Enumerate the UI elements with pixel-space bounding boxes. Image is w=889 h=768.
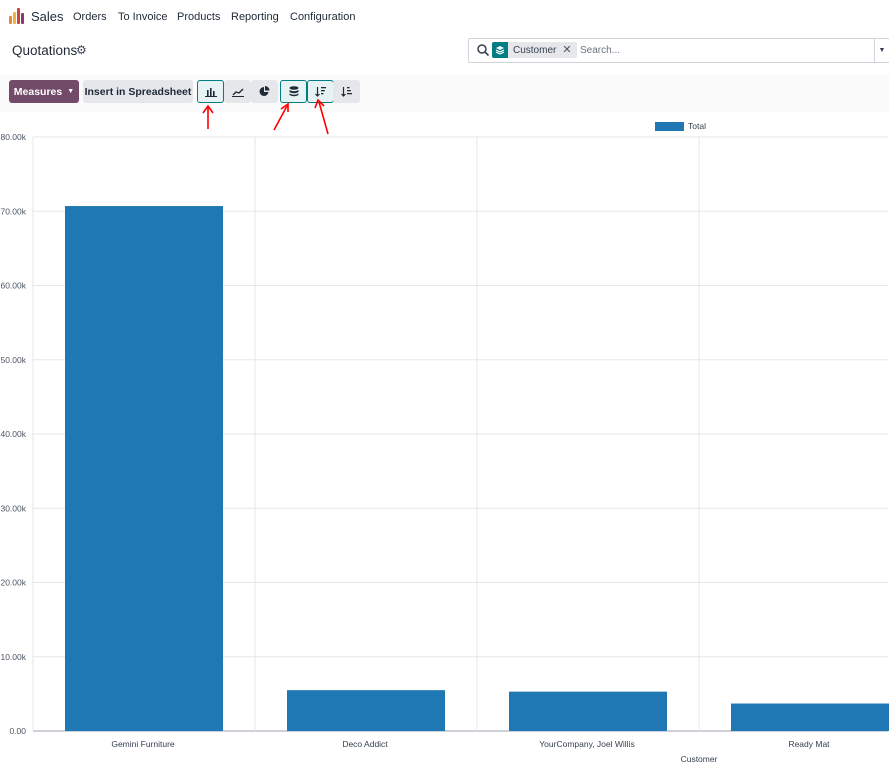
search-bar: Customer ✕ ▼ xyxy=(468,38,889,63)
top-navbar: Sales Orders To Invoice Products Reporti… xyxy=(0,0,889,34)
insert-spreadsheet-button[interactable]: Insert in Spreadsheet xyxy=(83,80,193,103)
measures-button[interactable]: Measures ▼ xyxy=(9,80,79,103)
menu-configuration[interactable]: Configuration xyxy=(290,11,355,23)
y-tick-label: 0.00 xyxy=(9,726,26,736)
bar xyxy=(509,691,667,731)
search-input[interactable] xyxy=(580,42,860,58)
search-dropdown-toggle[interactable]: ▼ xyxy=(874,39,889,62)
menu-to-invoice[interactable]: To Invoice xyxy=(118,11,168,23)
menu-products[interactable]: Products xyxy=(177,11,220,23)
sort-ascending-button[interactable] xyxy=(333,80,360,103)
x-tick-label: Ready Mat xyxy=(788,739,830,749)
y-tick-label: 10.00k xyxy=(0,652,26,662)
bar-chart-button[interactable] xyxy=(197,80,224,103)
page-title: Quotations xyxy=(12,43,78,58)
measures-label: Measures xyxy=(13,85,63,98)
sales-app-icon[interactable] xyxy=(9,8,25,24)
x-tick-label: YourCompany, Joel Willis xyxy=(539,739,634,749)
sort-descending-icon xyxy=(315,87,326,97)
facet-label: Customer xyxy=(513,44,557,56)
x-axis-title: Customer xyxy=(681,754,718,764)
y-tick-label: 80.00k xyxy=(0,132,26,142)
x-tick-label: Deco Addict xyxy=(342,739,388,749)
bar xyxy=(731,703,889,731)
group-by-icon xyxy=(492,42,508,58)
line-chart-button[interactable] xyxy=(224,80,251,103)
graph-toolbar: Measures ▼ Insert in Spreadsheet xyxy=(0,74,889,112)
caret-down-icon: ▼ xyxy=(67,88,75,95)
y-tick-label: 20.00k xyxy=(0,578,26,588)
x-tick-label: Gemini Furniture xyxy=(111,739,175,749)
close-icon[interactable]: ✕ xyxy=(562,42,576,58)
bar-chart: 0.00 10.00k 20.00k 30.00k 40.00k 50.00k 60.00k… xyxy=(0,132,889,764)
y-tick-label: 60.00k xyxy=(0,281,26,291)
control-panel: Quotations ⚙ Customer ✕ ▼ xyxy=(0,34,889,75)
search-facet: Customer ✕ xyxy=(492,42,577,58)
stacked-button[interactable] xyxy=(280,80,307,103)
pie-chart-icon xyxy=(259,86,270,96)
menu-reporting[interactable]: Reporting xyxy=(231,11,279,23)
y-tick-label: 40.00k xyxy=(0,429,26,439)
gear-icon[interactable]: ⚙ xyxy=(76,43,87,57)
sort-ascending-icon xyxy=(341,87,352,97)
search-icon[interactable] xyxy=(476,43,490,57)
menu-orders[interactable]: Orders xyxy=(73,11,107,23)
pie-chart-button[interactable] xyxy=(251,80,278,103)
y-tick-label: 50.00k xyxy=(0,355,26,365)
bar-chart-icon xyxy=(204,87,217,97)
y-tick-label: 70.00k xyxy=(0,206,26,216)
line-chart-icon xyxy=(231,88,244,97)
y-tick-label: 30.00k xyxy=(0,503,26,513)
stacked-icon xyxy=(289,86,298,97)
app-name[interactable]: Sales xyxy=(31,9,64,24)
bar xyxy=(65,206,223,731)
bar xyxy=(287,690,445,731)
